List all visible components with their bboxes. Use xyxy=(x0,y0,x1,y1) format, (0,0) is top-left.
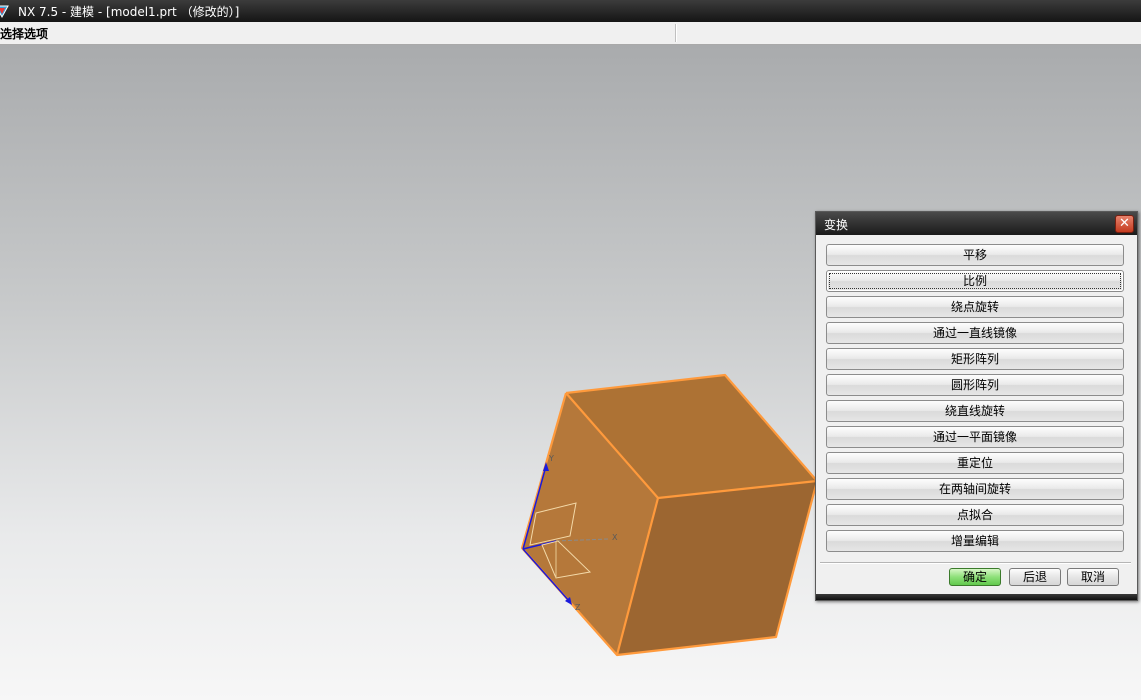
cube-body[interactable] xyxy=(520,373,819,657)
option-rectangular-array-button[interactable]: 矩形阵列 xyxy=(826,348,1124,370)
option-mirror-through-line-button[interactable]: 通过一直线镜像 xyxy=(826,322,1124,344)
dialog-title: 变换 xyxy=(824,218,849,232)
axis-label-y: Y xyxy=(548,454,554,463)
option-rotate-between-axes-button[interactable]: 在两轴间旋转 xyxy=(826,478,1124,500)
option-point-fit-button[interactable]: 点拟合 xyxy=(826,504,1124,526)
window-titlebar: NX 7.5 - 建模 - [model1.prt （修改的）] xyxy=(0,0,1141,22)
prompt-text: 选择选项 xyxy=(0,27,49,41)
option-rotate-about-line-button[interactable]: 绕直线旋转 xyxy=(826,400,1124,422)
close-icon[interactable]: ✕ xyxy=(1115,215,1134,233)
option-circular-array-button[interactable]: 圆形阵列 xyxy=(826,374,1124,396)
option-translate-button[interactable]: 平移 xyxy=(826,244,1124,266)
nx-logo-icon xyxy=(0,5,9,19)
axis-label-x: X xyxy=(612,533,618,542)
option-scale-button[interactable]: 比例 xyxy=(826,270,1124,292)
window-title: NX 7.5 - 建模 - [model1.prt （修改的）] xyxy=(18,5,240,19)
cancel-button[interactable]: 取消 xyxy=(1067,568,1119,586)
option-rotate-about-point-button[interactable]: 绕点旋转 xyxy=(826,296,1124,318)
ok-button[interactable]: 确定 xyxy=(949,568,1001,586)
transform-dialog: 变换 ✕ 平移 比例 绕点旋转 通过一直线镜像 矩形阵列 圆形阵列 绕直线旋转 … xyxy=(815,211,1138,601)
status-divider xyxy=(675,24,677,42)
back-button[interactable]: 后退 xyxy=(1009,568,1061,586)
dialog-titlebar[interactable]: 变换 ✕ xyxy=(816,212,1137,235)
axis-label-z: Z xyxy=(575,603,581,612)
option-incremental-edit-button[interactable]: 增量编辑 xyxy=(826,530,1124,552)
option-mirror-through-plane-button[interactable]: 通过一平面镜像 xyxy=(826,426,1124,448)
option-reposition-button[interactable]: 重定位 xyxy=(826,452,1124,474)
dialog-bottom-border xyxy=(816,594,1137,600)
prompt-bar: 选择选项 xyxy=(0,22,1141,45)
dialog-separator xyxy=(820,562,1131,564)
